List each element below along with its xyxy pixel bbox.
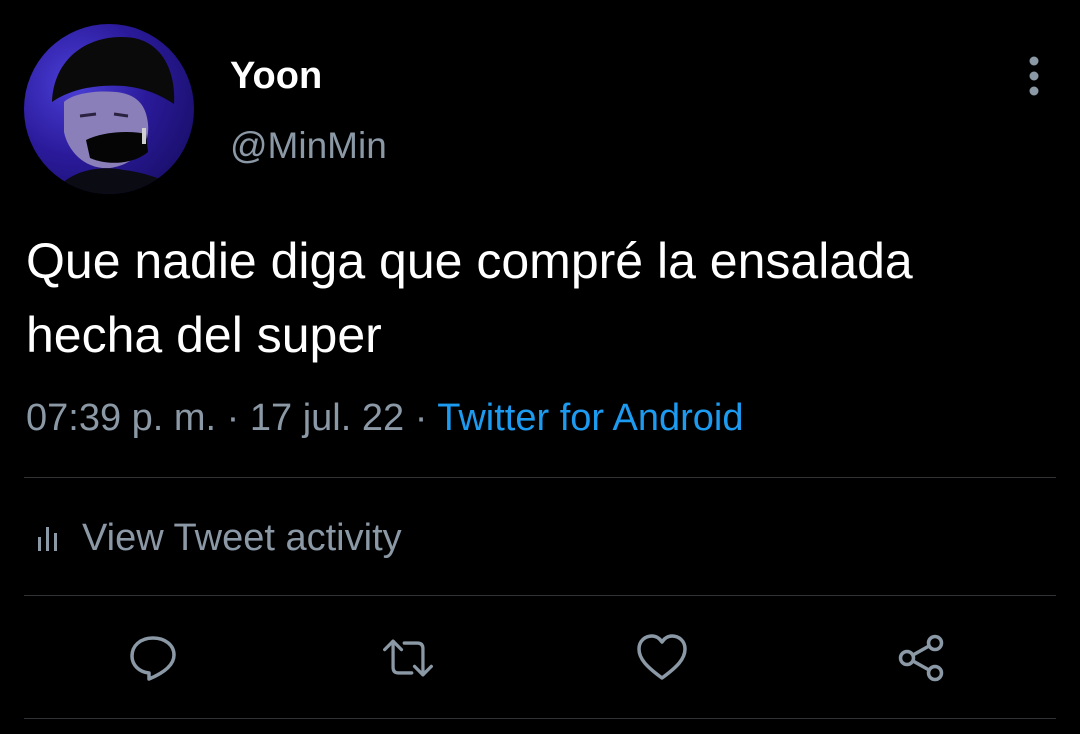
view-tweet-activity-label: View Tweet activity: [82, 517, 402, 559]
divider: [24, 595, 1056, 596]
retweet-icon: [383, 639, 433, 677]
display-name[interactable]: Yoon: [230, 52, 322, 100]
reply-icon: [130, 636, 176, 681]
divider: [24, 718, 1056, 719]
tweet-time: 07:39 p. m.: [26, 397, 217, 439]
divider: [24, 477, 1056, 478]
tweet-text: Que nadie diga que compré la ensalada he…: [26, 224, 1056, 372]
retweet-button[interactable]: [380, 630, 436, 686]
avatar[interactable]: [24, 24, 194, 194]
more-options-button[interactable]: [1014, 54, 1054, 98]
heart-icon: [637, 634, 687, 680]
tweet-text-line-2: hecha del super: [26, 307, 382, 363]
tweet-meta: 07:39 p. m. · 17 jul. 22 · Twitter for A…: [26, 392, 743, 444]
share-button[interactable]: [893, 630, 949, 686]
more-vertical-icon: [1029, 56, 1039, 96]
view-tweet-activity-button[interactable]: View Tweet activity: [36, 512, 402, 564]
meta-separator: ·: [216, 397, 250, 439]
share-icon: [898, 634, 944, 682]
tweet-source-link[interactable]: Twitter for Android: [437, 397, 743, 439]
tweet-text-line-1: Que nadie diga que compré la ensalada: [26, 233, 913, 289]
user-handle[interactable]: @MinMin: [230, 122, 387, 170]
like-button[interactable]: [634, 630, 690, 686]
bar-chart-icon: [38, 527, 57, 551]
tweet-date: 17 jul. 22: [249, 397, 405, 439]
avatar-image: [52, 37, 184, 194]
reply-button[interactable]: [125, 630, 181, 686]
meta-separator: ·: [404, 397, 438, 439]
